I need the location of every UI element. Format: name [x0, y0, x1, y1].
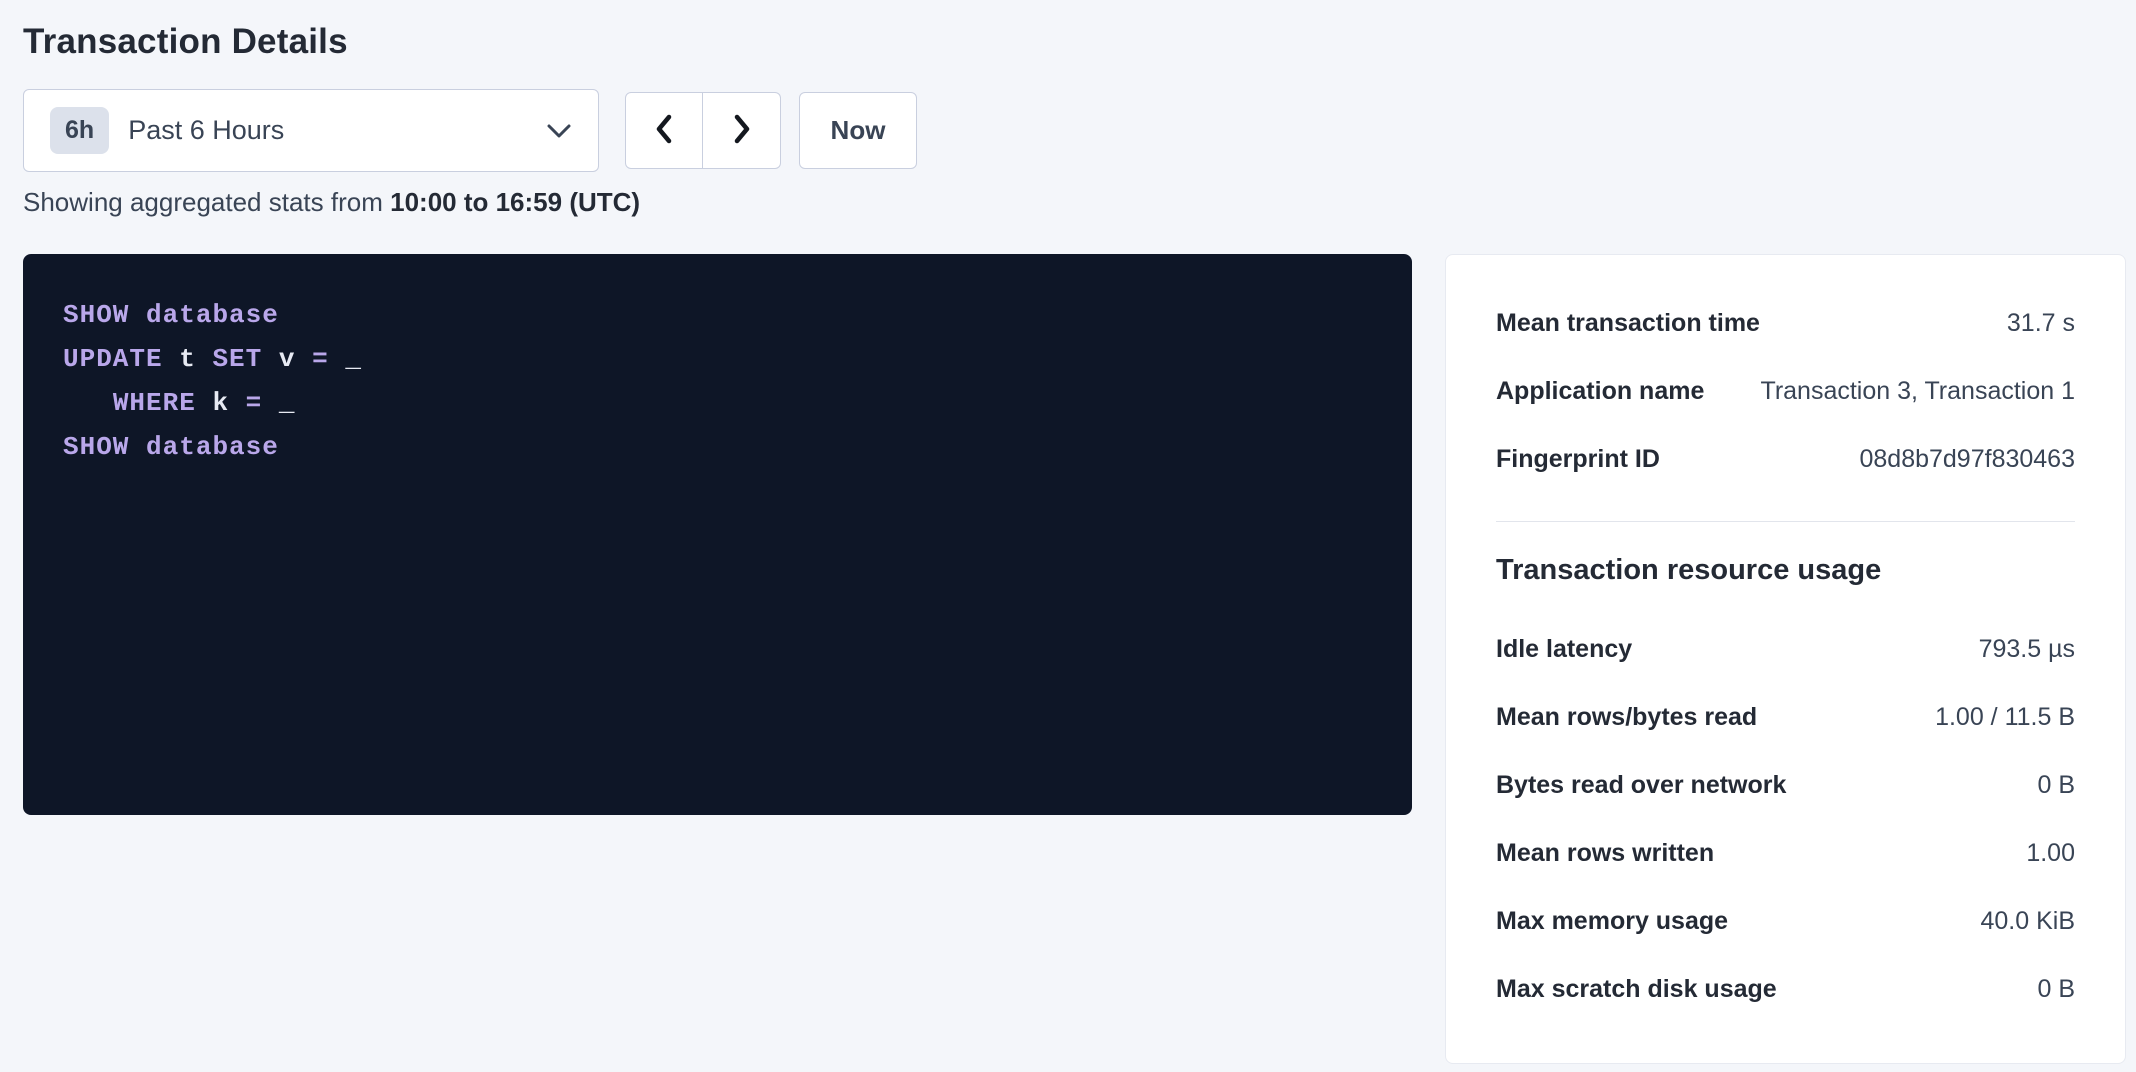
- stat-label: Application name: [1496, 377, 1704, 406]
- time-range-dropdown[interactable]: 6h Past 6 Hours: [23, 89, 599, 172]
- stat-row: Bytes read over network 0 B: [1496, 751, 2075, 819]
- chevron-right-icon: [731, 113, 753, 148]
- sql-line: WHERE k = _: [63, 381, 1372, 425]
- overview-stats: Mean transaction time 31.7 s Application n…: [1496, 289, 2075, 493]
- previous-interval-button[interactable]: [625, 92, 703, 169]
- page-title: Transaction Details: [23, 22, 2136, 62]
- sql-statement-box: SHOW databaseUPDATE t SET v = _ WHERE k …: [23, 254, 1412, 815]
- stat-label: Mean transaction time: [1496, 309, 1760, 338]
- stat-label: Idle latency: [1496, 635, 1632, 664]
- transaction-details-page: Transaction Details 6h Past 6 Hours Now: [0, 0, 2136, 1064]
- stat-value: 08d8b7d97f830463: [1859, 445, 2075, 474]
- time-nav-group: [625, 92, 781, 169]
- stat-value: 1.00 / 11.5 B: [1935, 703, 2075, 732]
- time-controls: 6h Past 6 Hours Now: [23, 89, 2136, 172]
- stat-label: Max memory usage: [1496, 907, 1728, 936]
- stat-label: Fingerprint ID: [1496, 445, 1660, 474]
- resource-stats: Idle latency 793.5 µs Mean rows/bytes read…: [1496, 615, 2075, 1023]
- time-range-label: Past 6 Hours: [128, 115, 284, 146]
- stat-row: Max memory usage 40.0 KiB: [1496, 887, 2075, 955]
- stat-value: 0 B: [2037, 975, 2075, 1004]
- aggregated-stats-caption: Showing aggregated stats from 10:00 to 1…: [23, 187, 2136, 218]
- time-range-badge: 6h: [50, 107, 109, 154]
- sql-line: SHOW database: [63, 425, 1372, 469]
- stat-label: Bytes read over network: [1496, 771, 1786, 800]
- stat-label: Mean rows written: [1496, 839, 1714, 868]
- card-divider: [1496, 521, 2075, 522]
- stat-value: 40.0 KiB: [1980, 907, 2075, 936]
- stat-label: Mean rows/bytes read: [1496, 703, 1757, 732]
- stat-row: Mean rows/bytes read 1.00 / 11.5 B: [1496, 683, 2075, 751]
- stat-row: Mean transaction time 31.7 s: [1496, 289, 2075, 357]
- stat-row: Mean rows written 1.00: [1496, 819, 2075, 887]
- stat-value: 1.00: [2026, 839, 2075, 868]
- resource-usage-heading: Transaction resource usage: [1496, 554, 2075, 587]
- caption-time-range: 10:00 to 16:59 (UTC): [390, 187, 640, 217]
- stat-row: Fingerprint ID 08d8b7d97f830463: [1496, 425, 2075, 493]
- sql-line: SHOW database: [63, 293, 1372, 337]
- stat-row: Application name Transaction 3, Transacti…: [1496, 357, 2075, 425]
- transaction-summary-card: Mean transaction time 31.7 s Application n…: [1445, 254, 2126, 1064]
- stat-value: 793.5 µs: [1979, 635, 2075, 664]
- stat-row: Idle latency 793.5 µs: [1496, 615, 2075, 683]
- stat-value: Transaction 3, Transaction 1: [1760, 377, 2075, 406]
- content-row: SHOW databaseUPDATE t SET v = _ WHERE k …: [23, 254, 2136, 1064]
- chevron-left-icon: [653, 113, 675, 148]
- stat-value: 0 B: [2037, 771, 2075, 800]
- chevron-down-icon: [546, 123, 572, 139]
- stat-label: Max scratch disk usage: [1496, 975, 1777, 1004]
- stat-row: Max scratch disk usage 0 B: [1496, 955, 2075, 1023]
- next-interval-button[interactable]: [703, 92, 781, 169]
- caption-prefix: Showing aggregated stats from: [23, 187, 390, 217]
- sql-line: UPDATE t SET v = _: [63, 337, 1372, 381]
- stat-value: 31.7 s: [2007, 309, 2075, 338]
- now-button[interactable]: Now: [799, 92, 917, 169]
